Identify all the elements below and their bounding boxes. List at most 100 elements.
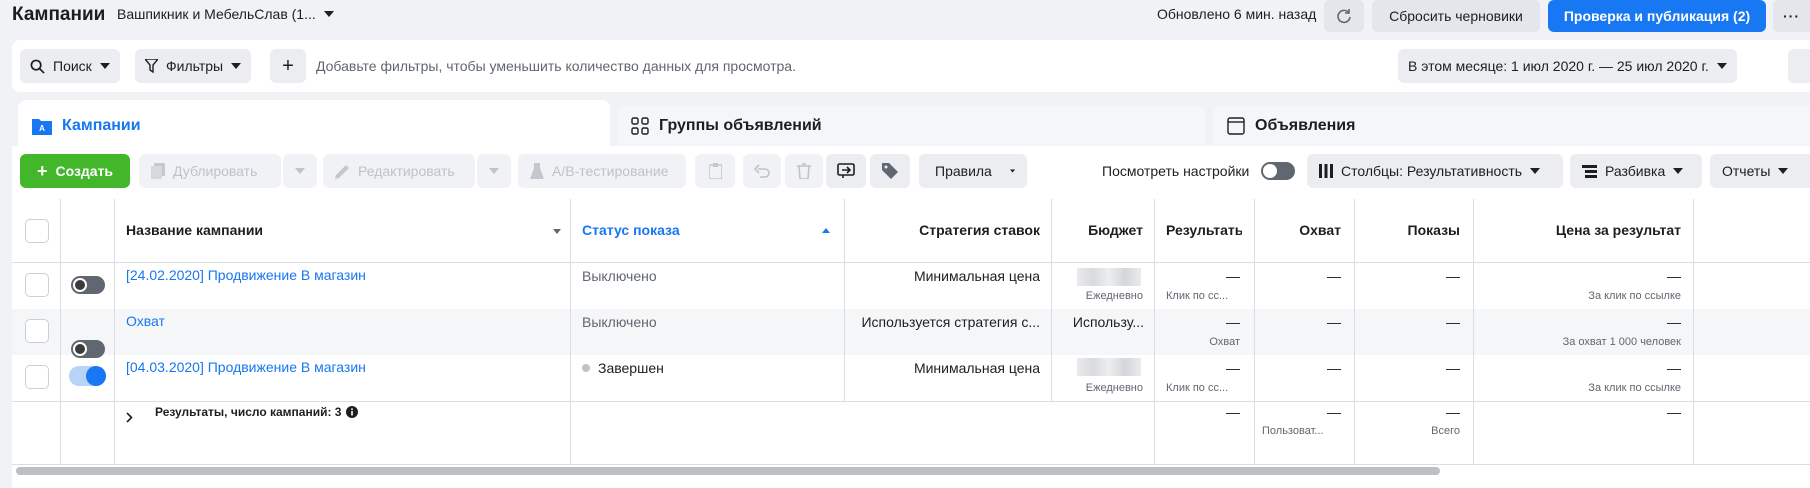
- campaign-name-link[interactable]: [04.03.2020] Продвижение В магазин: [126, 359, 366, 375]
- search-button[interactable]: Поиск: [20, 49, 120, 83]
- rules-label: Правила: [935, 163, 992, 179]
- date-range-button[interactable]: В этом месяце: 1 июл 2020 г. — 25 июл 20…: [1398, 49, 1737, 83]
- refresh-button[interactable]: [1324, 0, 1364, 32]
- delete-button[interactable]: [785, 154, 823, 188]
- review-publish-button[interactable]: Проверка и публикация (2): [1548, 0, 1766, 32]
- filters-label: Фильтры: [166, 58, 224, 74]
- delivery-status: Выключено: [582, 314, 657, 330]
- columns-button[interactable]: Столбцы: Результативность: [1307, 154, 1563, 188]
- col-header-reach[interactable]: Охват: [1255, 222, 1341, 238]
- cost-type: За клик по ссылке: [1588, 290, 1681, 302]
- tab-ad-sets[interactable]: Группы объявлений: [617, 106, 1205, 146]
- results-value: —: [1226, 314, 1240, 330]
- tab-ads[interactable]: Объявления: [1213, 106, 1810, 146]
- breakdown-button[interactable]: Разбивка: [1570, 154, 1702, 188]
- duplicate-label: Дублировать: [173, 163, 258, 179]
- select-all-checkbox[interactable]: [25, 219, 49, 243]
- columns-label: Столбцы: Результативность: [1341, 163, 1523, 179]
- caret-down-icon: [295, 168, 305, 174]
- ab-test-button[interactable]: A/B-тестирование: [518, 154, 686, 188]
- caret-down-icon: [1778, 168, 1789, 174]
- campaign-folder-icon: A: [32, 119, 52, 135]
- caret-down-icon: [323, 11, 334, 17]
- expand-chevron-icon[interactable]: [126, 412, 133, 423]
- col-header-cost[interactable]: Цена за результат: [1475, 222, 1681, 238]
- row-checkbox[interactable]: [25, 365, 49, 389]
- rules-button[interactable]: Правила: [919, 154, 1027, 188]
- add-filter-button[interactable]: +: [270, 49, 306, 83]
- summary-impressions-type: Всего: [1431, 425, 1460, 437]
- column-divider: [1693, 199, 1694, 464]
- duplicate-button[interactable]: Дублировать: [139, 154, 281, 188]
- horizontal-scrollbar[interactable]: [16, 467, 1440, 475]
- table-bottom-divider: [12, 464, 1810, 465]
- tab-ads-label: Объявления: [1255, 117, 1356, 134]
- row-checkbox[interactable]: [25, 273, 49, 297]
- tab-campaigns[interactable]: A Кампании: [18, 100, 610, 152]
- col-header-results[interactable]: Результать: [1166, 222, 1242, 238]
- results-type: Клик по сс...: [1166, 290, 1229, 302]
- campaign-name-link[interactable]: [24.02.2020] Продвижение В магазин: [126, 267, 366, 283]
- col-header-strategy[interactable]: Стратегия ставок: [845, 222, 1040, 238]
- campaign-name-link[interactable]: Охват: [126, 313, 165, 329]
- filters-button[interactable]: Фильтры: [135, 49, 252, 83]
- budget-blurred-value: [1077, 358, 1141, 376]
- column-divider: [1354, 199, 1355, 464]
- edit-button[interactable]: Редактировать: [323, 154, 475, 188]
- impressions-value: —: [1446, 314, 1460, 330]
- create-button[interactable]: + Создать: [20, 154, 130, 188]
- campaign-toggle[interactable]: [71, 340, 105, 358]
- tag-button[interactable]: [870, 154, 910, 188]
- view-settings-label: Посмотреть настройки: [1102, 163, 1250, 179]
- col-header-impressions[interactable]: Показы: [1360, 222, 1461, 238]
- reach-value: —: [1327, 314, 1341, 330]
- reports-label: Отчеты: [1722, 163, 1771, 179]
- results-type: Охват: [1209, 336, 1240, 348]
- pencil-icon: [335, 164, 349, 179]
- clipboard-button[interactable]: [695, 154, 735, 188]
- caret-down-icon: [1673, 168, 1684, 174]
- summary-cost: —: [1667, 404, 1681, 420]
- bid-strategy: Минимальная цена: [913, 360, 1040, 376]
- col-header-status[interactable]: Статус показа: [582, 222, 680, 238]
- view-settings-toggle[interactable]: [1261, 162, 1296, 180]
- reset-drafts-button[interactable]: Сбросить черновики: [1372, 0, 1540, 32]
- cost-type: За охват 1 000 человек: [1562, 336, 1681, 348]
- reach-value: —: [1327, 268, 1341, 284]
- col-header-budget[interactable]: Бюджет: [1055, 222, 1143, 238]
- col-header-name[interactable]: Название кампании: [126, 222, 263, 238]
- caret-down-icon: [1009, 169, 1015, 173]
- campaign-toggle[interactable]: [71, 276, 105, 294]
- date-range-label: В этом месяце: 1 июл 2020 г. — 25 июл 20…: [1408, 58, 1709, 74]
- row-checkbox[interactable]: [25, 319, 49, 343]
- undo-button[interactable]: [743, 154, 781, 188]
- summary-reach: —: [1327, 404, 1341, 420]
- trash-icon: [797, 163, 811, 179]
- column-divider: [1154, 199, 1155, 464]
- preview-button[interactable]: [826, 154, 866, 188]
- summary-label: Результаты, число кампаний: 3: [155, 405, 359, 419]
- column-divider: [1473, 199, 1474, 464]
- edit-dropdown[interactable]: [477, 154, 511, 188]
- undo-icon: [754, 164, 770, 178]
- campaign-toggle[interactable]: [69, 366, 106, 386]
- more-options-button[interactable]: ···: [1773, 0, 1810, 32]
- delivery-status: Завершен: [582, 360, 664, 376]
- budget-period: Ежедневно: [1085, 382, 1143, 394]
- reports-button[interactable]: Отчеты: [1710, 154, 1810, 188]
- status-dot-icon: [582, 364, 590, 372]
- columns-icon: [1319, 164, 1333, 178]
- cost-value: —: [1667, 360, 1681, 376]
- page-title: Кампании: [12, 4, 106, 25]
- caret-down-icon: [231, 63, 242, 69]
- account-selector[interactable]: Вашпикник и МебельСлав (1...: [117, 6, 334, 22]
- info-icon[interactable]: [346, 406, 359, 418]
- duplicate-dropdown[interactable]: [283, 154, 317, 188]
- next-filter-button[interactable]: [1788, 49, 1810, 83]
- search-label: Поиск: [53, 58, 92, 74]
- bid-strategy: Минимальная цена: [913, 268, 1040, 284]
- view-settings: Посмотреть настройки: [1102, 154, 1296, 188]
- breakdown-icon: [1582, 164, 1597, 178]
- impressions-value: —: [1446, 360, 1460, 376]
- breakdown-label: Разбивка: [1605, 163, 1666, 179]
